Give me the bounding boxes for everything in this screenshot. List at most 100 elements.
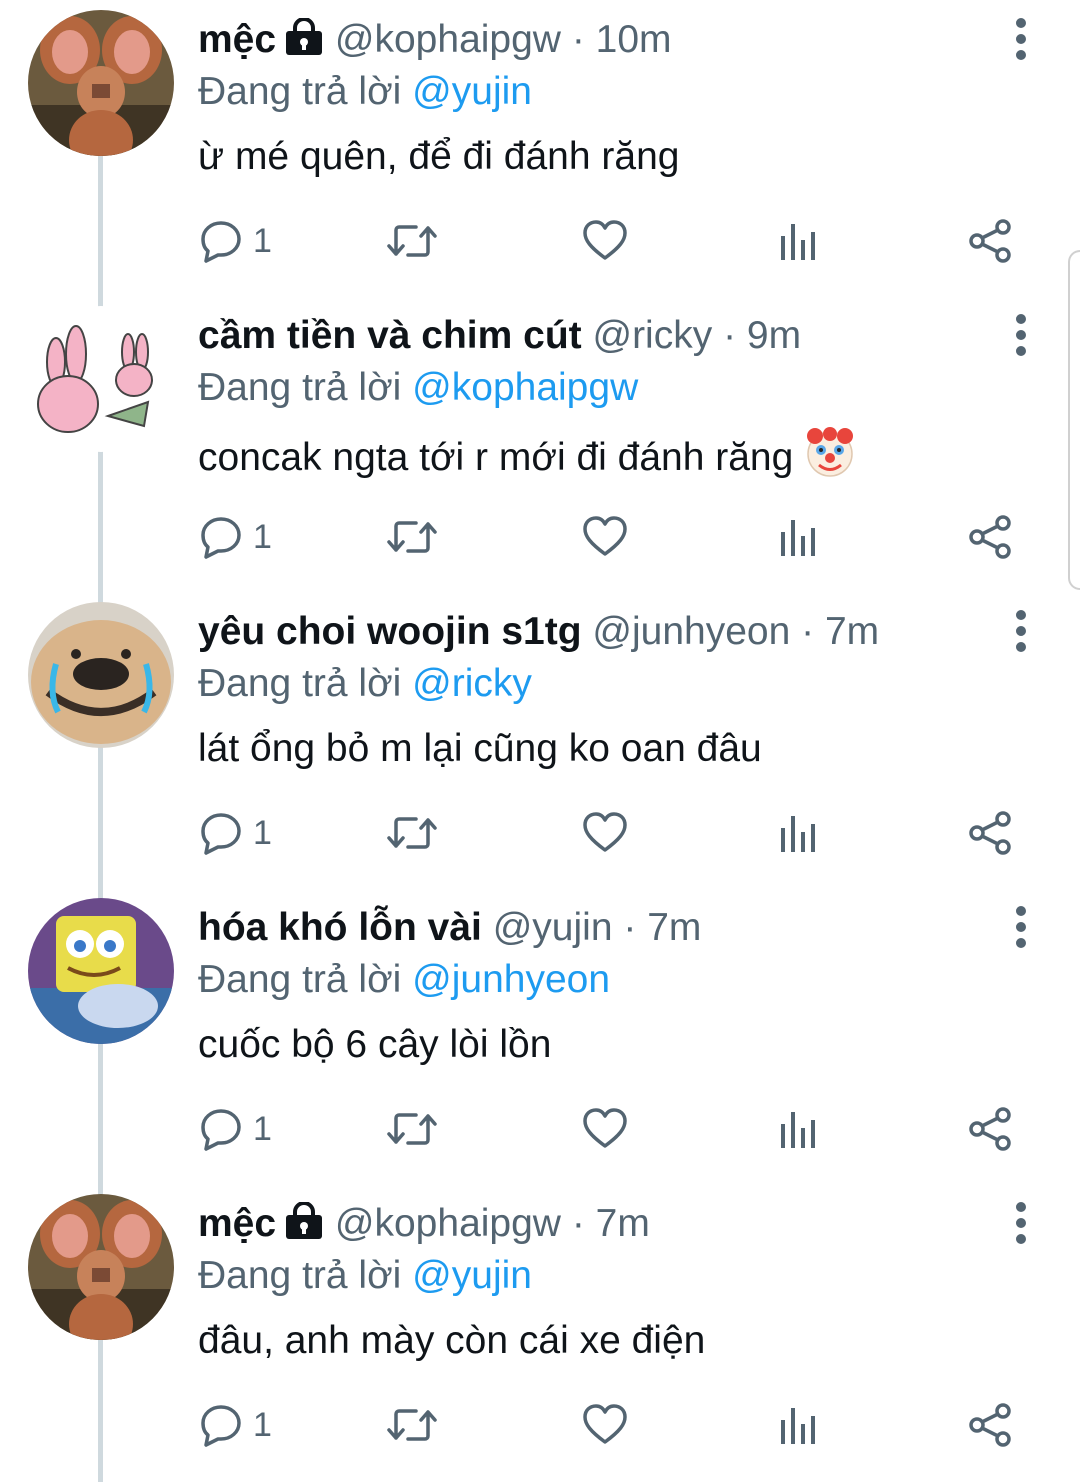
mention-link[interactable]: @yujin — [412, 1254, 532, 1297]
tweet-text-content: concak ngta tới r mới đi đánh răng — [198, 436, 794, 479]
view-analytics-button[interactable] — [778, 1106, 818, 1156]
mention-link[interactable]: @kophaipgw — [412, 366, 638, 409]
analytics-icon — [781, 1408, 815, 1444]
replying-to-line: Đang trả lời @ricky — [198, 658, 532, 710]
view-analytics-button[interactable] — [778, 1402, 818, 1452]
timestamp[interactable]: 9m — [747, 314, 801, 357]
tweet-actions: 1 — [198, 514, 1028, 564]
view-analytics-button[interactable] — [778, 218, 818, 268]
heart-icon — [583, 220, 627, 260]
reply-button[interactable]: 1 — [198, 218, 272, 268]
heart-icon — [583, 1404, 627, 1444]
user-handle[interactable]: @junhyeon — [592, 610, 790, 653]
heart-icon — [583, 812, 627, 852]
more-options-icon[interactable] — [1008, 1202, 1034, 1246]
retweet-button[interactable] — [386, 218, 438, 268]
share-icon — [969, 1403, 1011, 1447]
share-button[interactable] — [968, 514, 1014, 564]
share-button[interactable] — [968, 1402, 1014, 1452]
share-button[interactable] — [968, 1106, 1014, 1156]
retweet-button[interactable] — [386, 810, 438, 860]
tweet-reply[interactable]: yêu choi woojin s1tg @junhyeon · 7m Đang… — [0, 592, 1080, 888]
like-button[interactable] — [582, 1402, 628, 1452]
display-name[interactable]: mệc — [198, 18, 276, 61]
avatar[interactable] — [28, 1194, 174, 1340]
tweet-reply[interactable]: hóa khó lỗn vài @yujin · 7m Đang trả lời… — [0, 888, 1080, 1184]
user-handle[interactable]: @yujin — [493, 906, 613, 949]
more-options-icon[interactable] — [1008, 18, 1034, 62]
share-button[interactable] — [968, 810, 1014, 860]
crying-spongebob-avatar-image — [28, 898, 174, 1044]
share-icon — [969, 811, 1011, 855]
replying-to-line: Đang trả lời @kophaipgw — [198, 362, 638, 414]
tweet-header: cầm tiền và chim cút @ricky · 9m — [198, 310, 801, 362]
timestamp[interactable]: 7m — [647, 906, 701, 949]
retweet-button[interactable] — [386, 514, 438, 564]
timestamp[interactable]: 10m — [596, 18, 672, 61]
user-handle[interactable]: @kophaipgw — [335, 1202, 561, 1245]
jerry-mouse-avatar-image — [28, 10, 174, 156]
reply-count: 1 — [253, 814, 272, 852]
share-icon — [969, 219, 1011, 263]
like-button[interactable] — [582, 1106, 628, 1156]
retweet-icon — [387, 817, 437, 849]
display-name[interactable]: mệc — [198, 1202, 276, 1245]
retweet-button[interactable] — [386, 1402, 438, 1452]
like-button[interactable] — [582, 514, 628, 564]
avatar[interactable] — [28, 602, 174, 748]
display-name[interactable]: yêu choi woojin s1tg — [198, 610, 582, 653]
tweet-header: yêu choi woojin s1tg @junhyeon · 7m — [198, 606, 879, 658]
replying-to-line: Đang trả lời @junhyeon — [198, 954, 610, 1006]
more-options-icon[interactable] — [1008, 314, 1034, 358]
heart-icon — [583, 1108, 627, 1148]
view-analytics-button[interactable] — [778, 810, 818, 860]
timestamp[interactable]: 7m — [825, 610, 879, 653]
tweet-text: ừ mé quên, để đi đánh răng — [198, 135, 680, 178]
tweet-actions: 1 — [198, 1106, 1028, 1156]
reply-button[interactable]: 1 — [198, 1106, 272, 1156]
tweet-reply[interactable]: mệc @kophaipgw · 10m Đang trả lời @yujin… — [0, 0, 1080, 296]
avatar[interactable] — [28, 10, 174, 156]
analytics-icon — [781, 224, 815, 260]
lock-icon — [286, 1202, 323, 1239]
mention-link[interactable]: @junhyeon — [412, 958, 610, 1001]
reply-button[interactable]: 1 — [198, 810, 272, 860]
reply-count: 1 — [253, 518, 272, 556]
reply-icon — [201, 813, 241, 855]
share-icon — [969, 515, 1011, 559]
reply-icon — [201, 1109, 241, 1151]
reply-count: 1 — [253, 222, 272, 260]
separator-dot: · — [571, 1202, 585, 1245]
separator-dot: · — [801, 610, 815, 653]
replying-to-label: Đang trả lời — [198, 70, 402, 113]
more-options-icon[interactable] — [1008, 610, 1034, 654]
like-button[interactable] — [582, 810, 628, 860]
mention-link[interactable]: @ricky — [412, 662, 532, 705]
display-name[interactable]: cầm tiền và chim cút — [198, 314, 582, 357]
retweet-icon — [387, 225, 437, 257]
replying-to-label: Đang trả lời — [198, 1254, 402, 1297]
reply-icon — [201, 221, 241, 263]
avatar[interactable] — [28, 306, 174, 452]
tweet-text: concak ngta tới r mới đi đánh răng — [198, 426, 857, 485]
tweet-reply[interactable]: cầm tiền và chim cút @ricky · 9m Đang tr… — [0, 296, 1080, 592]
like-button[interactable] — [582, 218, 628, 268]
jerry-mouse-avatar-image — [28, 1194, 174, 1340]
reply-button[interactable]: 1 — [198, 1402, 272, 1452]
display-name[interactable]: hóa khó lỗn vài — [198, 906, 482, 949]
tweet-reply[interactable]: mệc @kophaipgw · 7m Đang trả lời @yujin … — [0, 1184, 1080, 1480]
tweet-actions: 1 — [198, 810, 1028, 860]
tweet-header: mệc @kophaipgw · 10m — [198, 14, 672, 66]
user-handle[interactable]: @kophaipgw — [335, 18, 561, 61]
more-options-icon[interactable] — [1008, 906, 1034, 950]
clown-face-icon — [807, 427, 854, 477]
timestamp[interactable]: 7m — [596, 1202, 650, 1245]
avatar[interactable] — [28, 898, 174, 1044]
reply-button[interactable]: 1 — [198, 514, 272, 564]
share-button[interactable] — [968, 218, 1014, 268]
retweet-button[interactable] — [386, 1106, 438, 1156]
tweet-actions: 1 — [198, 218, 1028, 268]
view-analytics-button[interactable] — [778, 514, 818, 564]
user-handle[interactable]: @ricky — [592, 314, 712, 357]
mention-link[interactable]: @yujin — [412, 70, 532, 113]
